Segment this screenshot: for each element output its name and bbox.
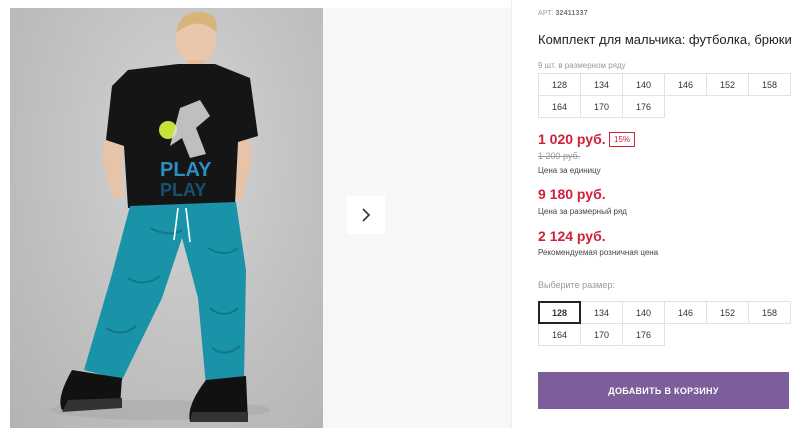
next-image-button[interactable] [347,196,385,234]
size-option[interactable]: 176 [622,323,665,346]
series-price-label: Цена за размерный ряд [538,207,627,216]
size-option[interactable]: 134 [580,301,623,324]
size-option[interactable]: 146 [664,301,707,324]
series-size-cell: 158 [748,73,791,96]
series-size-cell: 140 [622,73,665,96]
size-option[interactable]: 152 [706,301,749,324]
old-price: 1 200 руб. [538,151,581,161]
svg-text:PLAY: PLAY [160,180,206,200]
series-price: 9 180 руб. [538,186,606,202]
size-picker: 128 134 140 146 152 158 164 170 176 [538,301,791,346]
series-hint: 9 шт. в размерном ряду [538,61,626,70]
article-value: 32411337 [555,10,588,17]
size-option[interactable]: 158 [748,301,791,324]
series-size-cell: 128 [538,73,581,96]
retail-price-label: Рекомендуемая розничная цена [538,248,659,257]
svg-text:PLAY: PLAY [160,159,212,181]
size-option[interactable]: 164 [538,323,581,346]
series-size-cell: 152 [706,73,749,96]
product-title: Комплект для мальчика: футболка, брюки [538,32,792,47]
size-option[interactable]: 170 [580,323,623,346]
add-to-cart-button[interactable]: ДОБАВИТЬ В КОРЗИНУ [538,372,789,409]
product-photo[interactable]: PLAY PLAY [10,8,323,428]
size-picker-label: Выберите размер: [538,280,615,290]
article-number: АРТ. 32411337 [538,10,588,17]
column-divider [511,0,512,428]
discount-badge: 15% [609,132,636,147]
series-size-cell: 170 [580,95,623,118]
series-size-grid: 128 134 140 146 152 158 164 170 176 [538,73,791,118]
size-option[interactable]: 128 [538,301,581,324]
series-size-cell: 134 [580,73,623,96]
retail-price: 2 124 руб. [538,228,606,244]
series-size-cell: 176 [622,95,665,118]
product-info: АРТ. 32411337 Комплект для мальчика: фут… [538,0,800,428]
unit-price-label: Цена за единицу [538,166,601,175]
series-size-cell: 164 [538,95,581,118]
article-label: АРТ. [538,10,554,17]
unit-price: 1 020 руб. [538,131,606,147]
size-option[interactable]: 140 [622,301,665,324]
chevron-right-icon [362,208,371,222]
series-size-cell: 146 [664,73,707,96]
product-page: PLAY PLAY АРТ. 32411337 Комплект для мал… [0,0,800,428]
